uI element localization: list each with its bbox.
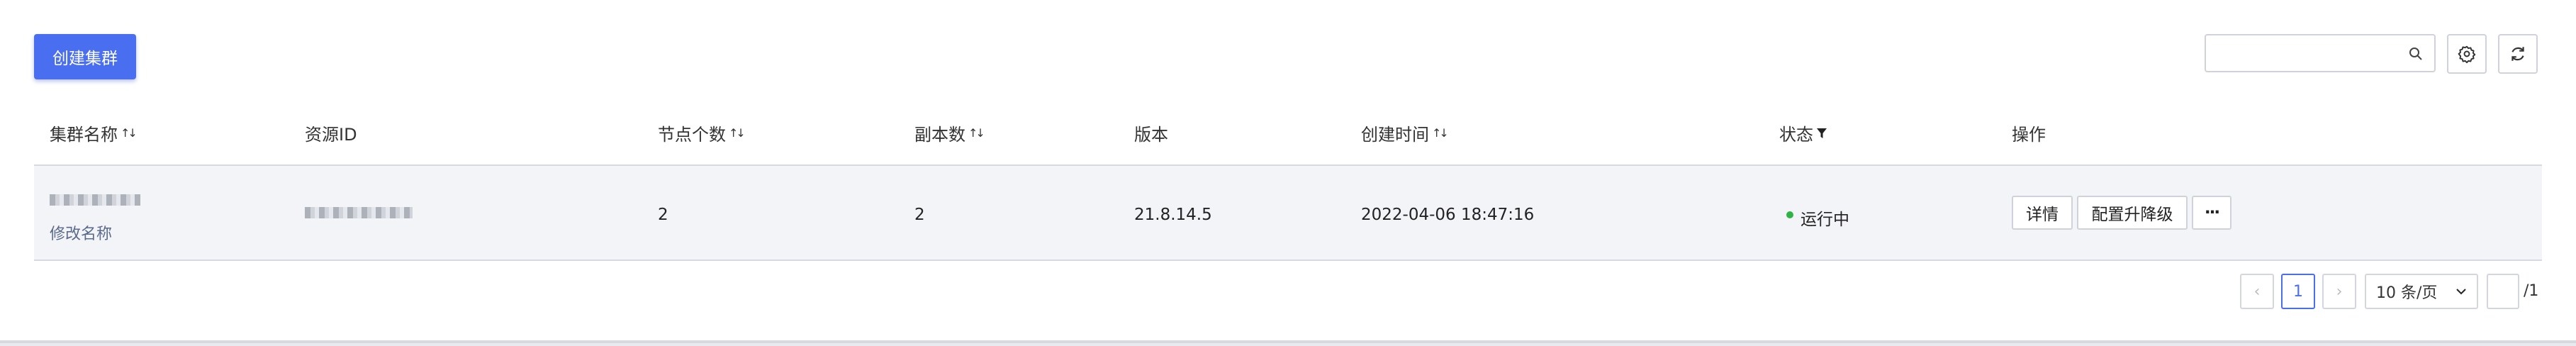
column-header-actions: 操作 (2012, 125, 2046, 145)
column-header-resource-id: 资源ID (305, 125, 357, 145)
settings-button[interactable] (2447, 34, 2487, 74)
cluster-list-panel: 创建集群 集群名称 ↑↓ 资源ID 节点个数 ↑↓ 副本数 ↑↓ 版本 创建时间… (0, 0, 2576, 343)
status-badge: 运行中 (1801, 211, 1849, 229)
version-value: 21.8.14.5 (1134, 206, 1212, 224)
cluster-name-redacted (50, 194, 140, 206)
replica-count: 2 (914, 206, 925, 224)
refresh-button[interactable] (2498, 34, 2538, 74)
column-header-created[interactable]: 创建时间 ↑↓ (1361, 121, 1449, 145)
status-dot-icon (1786, 211, 1793, 218)
sort-icon[interactable]: ↑↓ (729, 126, 746, 140)
sort-icon[interactable]: ↑↓ (968, 126, 985, 140)
rename-link[interactable]: 修改名称 (50, 221, 112, 244)
prev-page-button[interactable]: ‹ (2240, 274, 2274, 309)
total-pages: /1 (2524, 282, 2539, 300)
create-cluster-button[interactable]: 创建集群 (34, 34, 136, 79)
search-input[interactable] (2205, 34, 2436, 72)
search-icon (2409, 48, 2422, 60)
gear-icon (2458, 45, 2476, 63)
page-size-select[interactable]: 10 条/页 (2365, 274, 2478, 309)
column-header-version: 版本 (1134, 125, 1168, 145)
page-size-value: 10 条/页 (2376, 284, 2438, 302)
sort-icon[interactable]: ↑↓ (121, 126, 138, 140)
sort-icon[interactable]: ↑↓ (1432, 126, 1449, 140)
upgrade-config-button[interactable]: 配置升降级 (2077, 196, 2188, 230)
more-actions-button[interactable]: ··· (2192, 196, 2231, 230)
filter-icon[interactable] (1816, 127, 1827, 140)
details-button[interactable]: 详情 (2012, 196, 2073, 230)
page-1-button[interactable]: 1 (2281, 274, 2315, 309)
column-header-nodes[interactable]: 节点个数 ↑↓ (658, 121, 746, 145)
created-time: 2022-04-06 18:47:16 (1361, 206, 1535, 224)
chevron-down-icon (2456, 289, 2466, 295)
node-count: 2 (658, 206, 668, 224)
column-header-name[interactable]: 集群名称 ↑↓ (50, 121, 138, 145)
next-page-button[interactable]: › (2322, 274, 2356, 309)
refresh-icon (2511, 47, 2524, 61)
page-jump-input[interactable] (2487, 274, 2519, 309)
column-header-replicas[interactable]: 副本数 ↑↓ (914, 121, 985, 145)
column-header-status[interactable]: 状态 (1779, 121, 1827, 145)
resource-id-redacted (305, 207, 413, 218)
